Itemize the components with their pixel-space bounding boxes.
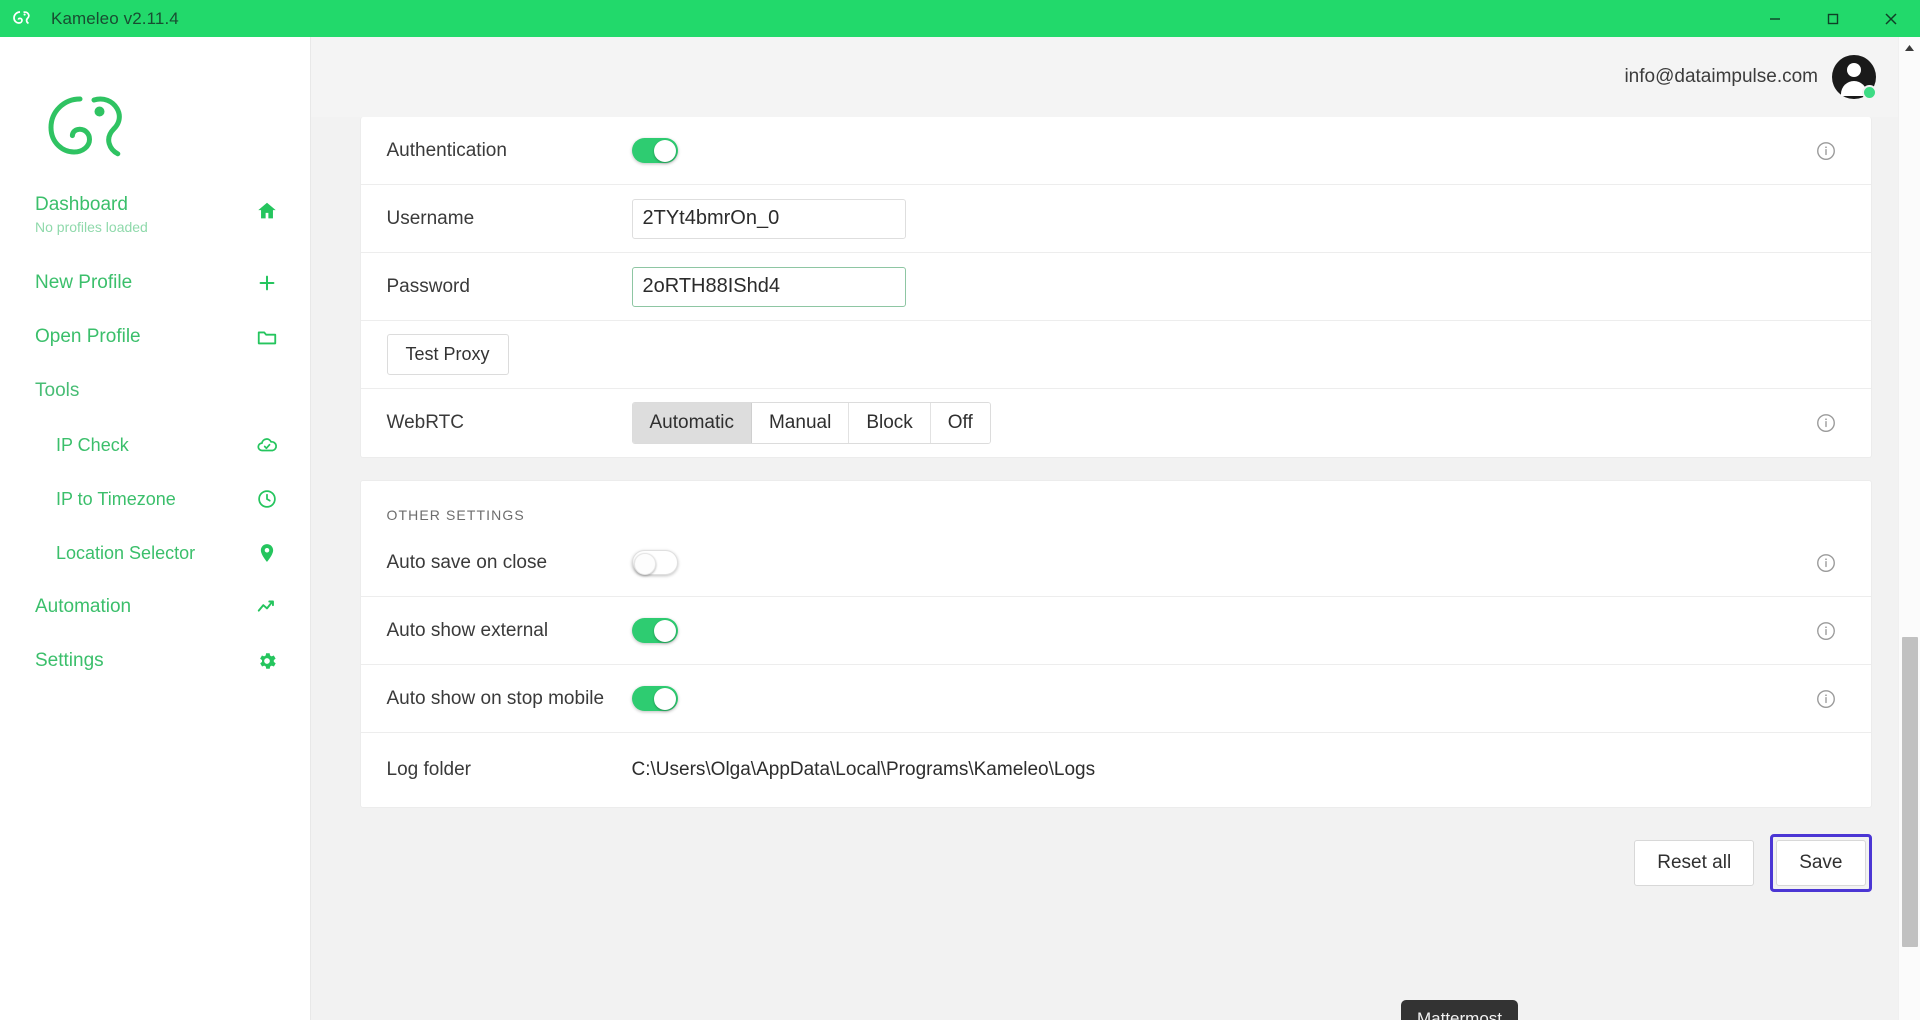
log-folder-label: Log folder xyxy=(386,759,472,780)
footer-actions: Reset all Save xyxy=(360,808,1872,892)
test-proxy-button[interactable]: Test Proxy xyxy=(386,334,509,375)
cloud-check-icon xyxy=(256,434,278,456)
info-icon[interactable] xyxy=(1815,620,1837,642)
home-icon xyxy=(256,200,278,222)
avatar[interactable] xyxy=(1832,55,1877,100)
row-auto-show-external: Auto show external xyxy=(360,597,1871,665)
auto-show-external-toggle[interactable] xyxy=(631,618,678,643)
scroll-up-arrow-icon[interactable] xyxy=(1899,37,1920,59)
auto-show-on-stop-mobile-toggle[interactable] xyxy=(631,686,678,711)
settings-content: Authentication Username Password xyxy=(311,117,1920,1020)
sidebar-item-ip-to-timezone[interactable]: IP to Timezone xyxy=(0,472,310,526)
maximize-button[interactable] xyxy=(1804,0,1862,37)
info-icon[interactable] xyxy=(1815,140,1837,162)
info-icon[interactable] xyxy=(1815,412,1837,434)
webrtc-segmented-control: Automatic Manual Block Off xyxy=(631,402,991,444)
info-icon[interactable] xyxy=(1815,552,1837,574)
authentication-toggle[interactable] xyxy=(631,138,678,163)
sidebar-item-open-profile[interactable]: Open Profile xyxy=(0,310,310,364)
gear-icon xyxy=(256,650,278,672)
trending-up-icon xyxy=(256,596,278,618)
sidebar-item-new-profile[interactable]: New Profile xyxy=(0,256,310,310)
top-bar: info@dataimpulse.com xyxy=(311,37,1920,117)
webrtc-label: WebRTC xyxy=(386,412,464,433)
sidebar-item-settings[interactable]: Settings xyxy=(0,634,310,688)
row-test-proxy: Test Proxy xyxy=(360,321,1871,389)
authentication-label: Authentication xyxy=(386,139,507,161)
mattermost-tooltip: Mattermost xyxy=(1401,1000,1519,1020)
sidebar-item-label: Dashboard xyxy=(35,194,128,215)
title-bar: Kameleo v2.11.4 xyxy=(0,0,1920,37)
vertical-scrollbar[interactable] xyxy=(1898,37,1920,1020)
proxy-settings-card: Authentication Username Password xyxy=(359,117,1872,458)
clock-icon xyxy=(256,488,278,510)
reset-all-button[interactable]: Reset all xyxy=(1634,840,1755,886)
scrollbar-thumb[interactable] xyxy=(1902,637,1918,947)
sidebar-logo-icon xyxy=(42,87,310,172)
save-button-highlight: Save xyxy=(1770,834,1872,892)
row-webrtc: WebRTC Automatic Manual Block Off xyxy=(361,389,1871,457)
folder-icon xyxy=(256,326,278,348)
info-icon[interactable] xyxy=(1815,688,1837,710)
row-log-folder: Log folder C:\Users\Olga\AppData\Local\P… xyxy=(361,733,1871,807)
other-settings-title: OTHER SETTINGS xyxy=(386,507,525,523)
account-email: info@dataimpulse.com xyxy=(1624,66,1818,87)
sidebar: Dashboard No profiles loaded New Profile… xyxy=(0,37,311,1020)
sidebar-item-location-selector[interactable]: Location Selector xyxy=(0,526,310,580)
log-folder-path: C:\Users\Olga\AppData\Local\Programs\Kam… xyxy=(631,759,1096,780)
map-pin-icon xyxy=(256,542,278,564)
sidebar-item-label: Tools xyxy=(35,380,80,401)
sidebar-item-label: IP to Timezone xyxy=(56,488,176,509)
username-input[interactable] xyxy=(631,198,906,239)
webrtc-option-block[interactable]: Block xyxy=(849,403,931,443)
sidebar-item-tools[interactable]: Tools xyxy=(0,364,310,418)
webrtc-option-off[interactable]: Off xyxy=(930,403,990,443)
plus-icon xyxy=(256,272,278,294)
webrtc-option-automatic[interactable]: Automatic xyxy=(632,403,752,443)
auto-show-external-label: Auto show external xyxy=(386,619,549,641)
row-auto-save-on-close: Auto save on close xyxy=(360,529,1871,597)
sidebar-item-label: IP Check xyxy=(56,434,129,455)
sidebar-item-automation[interactable]: Automation xyxy=(0,580,310,634)
save-button[interactable]: Save xyxy=(1776,840,1866,886)
sidebar-item-ip-check[interactable]: IP Check xyxy=(0,418,310,472)
sidebar-item-sublabel: No profiles loaded xyxy=(35,219,148,235)
sidebar-item-dashboard[interactable]: Dashboard No profiles loaded xyxy=(0,190,310,256)
password-label: Password xyxy=(386,275,470,297)
username-label: Username xyxy=(386,207,475,229)
other-settings-card: OTHER SETTINGS Auto save on close Auto s… xyxy=(359,480,1872,808)
row-username: Username xyxy=(360,185,1871,253)
sidebar-item-label: Automation xyxy=(35,596,132,617)
status-badge xyxy=(1862,85,1877,100)
kameleo-chameleon-logo-icon xyxy=(9,6,35,32)
auto-save-on-close-toggle[interactable] xyxy=(631,550,678,575)
row-auto-show-on-stop-mobile: Auto show on stop mobile xyxy=(360,665,1871,733)
sidebar-item-label: Settings xyxy=(35,650,104,671)
window-title: Kameleo v2.11.4 xyxy=(51,8,179,28)
webrtc-option-manual[interactable]: Manual xyxy=(751,403,850,443)
auto-show-on-stop-mobile-label: Auto show on stop mobile xyxy=(386,687,605,709)
sidebar-item-label: Open Profile xyxy=(35,326,141,347)
row-authentication: Authentication xyxy=(360,117,1871,185)
window-controls xyxy=(1746,0,1920,37)
sidebar-item-label: Location Selector xyxy=(56,542,196,563)
close-button[interactable] xyxy=(1862,0,1920,37)
row-password: Password xyxy=(360,253,1871,321)
auto-save-on-close-label: Auto save on close xyxy=(386,551,548,573)
main-area: info@dataimpulse.com Authentication User… xyxy=(311,37,1920,1020)
sidebar-item-label: New Profile xyxy=(35,272,133,293)
password-input[interactable] xyxy=(631,266,906,307)
minimize-button[interactable] xyxy=(1746,0,1804,37)
